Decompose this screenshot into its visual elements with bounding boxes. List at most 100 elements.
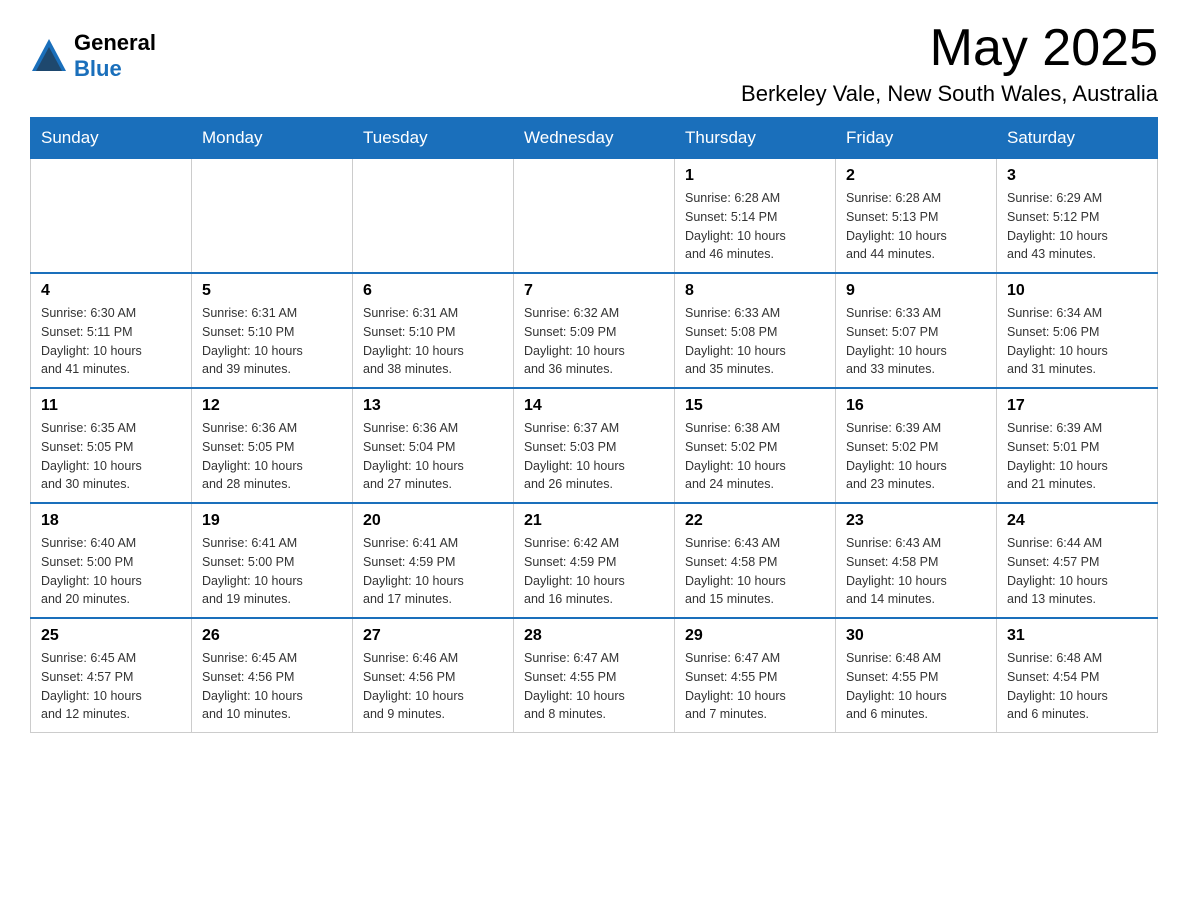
calendar-cell: 5 Sunrise: 6:31 AMSunset: 5:10 PMDaylight… [192,273,353,388]
calendar-cell: 28 Sunrise: 6:47 AMSunset: 4:55 PMDayligh… [514,618,675,733]
day-number: 12 [202,397,342,415]
calendar-cell: 14 Sunrise: 6:37 AMSunset: 5:03 PMDayligh… [514,388,675,503]
calendar-cell [31,159,192,274]
day-number: 10 [1007,282,1147,300]
day-info: Sunrise: 6:45 AMSunset: 4:56 PMDaylight:… [202,649,342,724]
day-number: 18 [41,512,181,530]
calendar-header-tuesday: Tuesday [353,118,514,159]
day-info: Sunrise: 6:44 AMSunset: 4:57 PMDaylight:… [1007,534,1147,609]
calendar-cell: 30 Sunrise: 6:48 AMSunset: 4:55 PMDayligh… [836,618,997,733]
day-info: Sunrise: 6:41 AMSunset: 5:00 PMDaylight:… [202,534,342,609]
calendar-cell: 18 Sunrise: 6:40 AMSunset: 5:00 PMDayligh… [31,503,192,618]
calendar-header-wednesday: Wednesday [514,118,675,159]
day-info: Sunrise: 6:43 AMSunset: 4:58 PMDaylight:… [846,534,986,609]
logo-icon [30,37,68,75]
day-info: Sunrise: 6:39 AMSunset: 5:01 PMDaylight:… [1007,419,1147,494]
calendar-cell: 7 Sunrise: 6:32 AMSunset: 5:09 PMDaylight… [514,273,675,388]
calendar-cell: 8 Sunrise: 6:33 AMSunset: 5:08 PMDaylight… [675,273,836,388]
logo-general-text: General [74,30,156,55]
calendar-cell: 23 Sunrise: 6:43 AMSunset: 4:58 PMDayligh… [836,503,997,618]
day-number: 22 [685,512,825,530]
day-info: Sunrise: 6:37 AMSunset: 5:03 PMDaylight:… [524,419,664,494]
day-info: Sunrise: 6:45 AMSunset: 4:57 PMDaylight:… [41,649,181,724]
calendar-cell: 3 Sunrise: 6:29 AMSunset: 5:12 PMDaylight… [997,159,1158,274]
calendar-cell: 21 Sunrise: 6:42 AMSunset: 4:59 PMDayligh… [514,503,675,618]
calendar-cell: 16 Sunrise: 6:39 AMSunset: 5:02 PMDayligh… [836,388,997,503]
calendar-cell: 31 Sunrise: 6:48 AMSunset: 4:54 PMDayligh… [997,618,1158,733]
calendar-cell: 13Sunrise: 6:36 AMSunset: 5:04 PMDayligh… [353,388,514,503]
calendar-cell: 19 Sunrise: 6:41 AMSunset: 5:00 PMDayligh… [192,503,353,618]
calendar-header-friday: Friday [836,118,997,159]
day-info: Sunrise: 6:31 AMSunset: 5:10 PMDaylight:… [202,304,342,379]
day-number: 14 [524,397,664,415]
day-info: Sunrise: 6:48 AMSunset: 4:54 PMDaylight:… [1007,649,1147,724]
calendar-cell: 4 Sunrise: 6:30 AMSunset: 5:11 PMDaylight… [31,273,192,388]
day-number: 3 [1007,167,1147,185]
calendar-cell: 24 Sunrise: 6:44 AMSunset: 4:57 PMDayligh… [997,503,1158,618]
day-number: 19 [202,512,342,530]
day-number: 7 [524,282,664,300]
day-number: 9 [846,282,986,300]
day-info: Sunrise: 6:32 AMSunset: 5:09 PMDaylight:… [524,304,664,379]
day-number: 8 [685,282,825,300]
day-info: Sunrise: 6:46 AMSunset: 4:56 PMDaylight:… [363,649,503,724]
day-info: Sunrise: 6:33 AMSunset: 5:08 PMDaylight:… [685,304,825,379]
day-number: 16 [846,397,986,415]
day-number: 25 [41,627,181,645]
day-number: 15 [685,397,825,415]
day-number: 11 [41,397,181,415]
calendar-cell: 29 Sunrise: 6:47 AMSunset: 4:55 PMDayligh… [675,618,836,733]
day-number: 24 [1007,512,1147,530]
calendar-header-thursday: Thursday [675,118,836,159]
calendar-cell: 11 Sunrise: 6:35 AMSunset: 5:05 PMDayligh… [31,388,192,503]
day-info: Sunrise: 6:42 AMSunset: 4:59 PMDaylight:… [524,534,664,609]
day-info: Sunrise: 6:47 AMSunset: 4:55 PMDaylight:… [524,649,664,724]
calendar-cell: 22 Sunrise: 6:43 AMSunset: 4:58 PMDayligh… [675,503,836,618]
calendar-cell: 2Sunrise: 6:28 AMSunset: 5:13 PMDaylight… [836,159,997,274]
day-info: Sunrise: 6:47 AMSunset: 4:55 PMDaylight:… [685,649,825,724]
calendar-cell: 12 Sunrise: 6:36 AMSunset: 5:05 PMDayligh… [192,388,353,503]
day-info: Sunrise: 6:36 AMSunset: 5:05 PMDaylight:… [202,419,342,494]
calendar-header-sunday: Sunday [31,118,192,159]
day-number: 5 [202,282,342,300]
calendar-cell: 17Sunrise: 6:39 AMSunset: 5:01 PMDayligh… [997,388,1158,503]
calendar-cell: 10 Sunrise: 6:34 AMSunset: 5:06 PMDayligh… [997,273,1158,388]
title-area: May 2025 Berkeley Vale, New South Wales,… [741,20,1158,107]
day-info: Sunrise: 6:34 AMSunset: 5:06 PMDaylight:… [1007,304,1147,379]
day-info: Sunrise: 6:33 AMSunset: 5:07 PMDaylight:… [846,304,986,379]
day-number: 4 [41,282,181,300]
day-info: Sunrise: 6:38 AMSunset: 5:02 PMDaylight:… [685,419,825,494]
calendar-table: SundayMondayTuesdayWednesdayThursdayFrid… [30,117,1158,733]
day-number: 27 [363,627,503,645]
day-number: 30 [846,627,986,645]
day-info: Sunrise: 6:35 AMSunset: 5:05 PMDaylight:… [41,419,181,494]
calendar-cell: 27 Sunrise: 6:46 AMSunset: 4:56 PMDayligh… [353,618,514,733]
day-info: Sunrise: 6:31 AMSunset: 5:10 PMDaylight:… [363,304,503,379]
calendar-header-saturday: Saturday [997,118,1158,159]
day-number: 28 [524,627,664,645]
day-info: Sunrise: 6:30 AMSunset: 5:11 PMDaylight:… [41,304,181,379]
day-number: 31 [1007,627,1147,645]
day-info: Sunrise: 6:43 AMSunset: 4:58 PMDaylight:… [685,534,825,609]
day-number: 13 [363,397,503,415]
header: General Blue May 2025 Berkeley Vale, New… [30,20,1158,107]
day-info: Sunrise: 6:29 AMSunset: 5:12 PMDaylight:… [1007,189,1147,264]
location-title: Berkeley Vale, New South Wales, Australi… [741,81,1158,107]
calendar-cell [514,159,675,274]
day-number: 29 [685,627,825,645]
calendar-cell: 20Sunrise: 6:41 AMSunset: 4:59 PMDayligh… [353,503,514,618]
day-info: Sunrise: 6:48 AMSunset: 4:55 PMDaylight:… [846,649,986,724]
month-title: May 2025 [741,20,1158,77]
day-number: 23 [846,512,986,530]
day-number: 20 [363,512,503,530]
calendar-cell: 9 Sunrise: 6:33 AMSunset: 5:07 PMDaylight… [836,273,997,388]
day-info: Sunrise: 6:40 AMSunset: 5:00 PMDaylight:… [41,534,181,609]
day-number: 21 [524,512,664,530]
day-info: Sunrise: 6:28 AMSunset: 5:14 PMDaylight:… [685,189,825,264]
calendar-cell: 6Sunrise: 6:31 AMSunset: 5:10 PMDaylight… [353,273,514,388]
day-info: Sunrise: 6:39 AMSunset: 5:02 PMDaylight:… [846,419,986,494]
calendar-cell: 1 Sunrise: 6:28 AMSunset: 5:14 PMDaylight… [675,159,836,274]
logo: General Blue [30,30,156,82]
day-number: 1 [685,167,825,185]
day-info: Sunrise: 6:28 AMSunset: 5:13 PMDaylight:… [846,189,986,264]
